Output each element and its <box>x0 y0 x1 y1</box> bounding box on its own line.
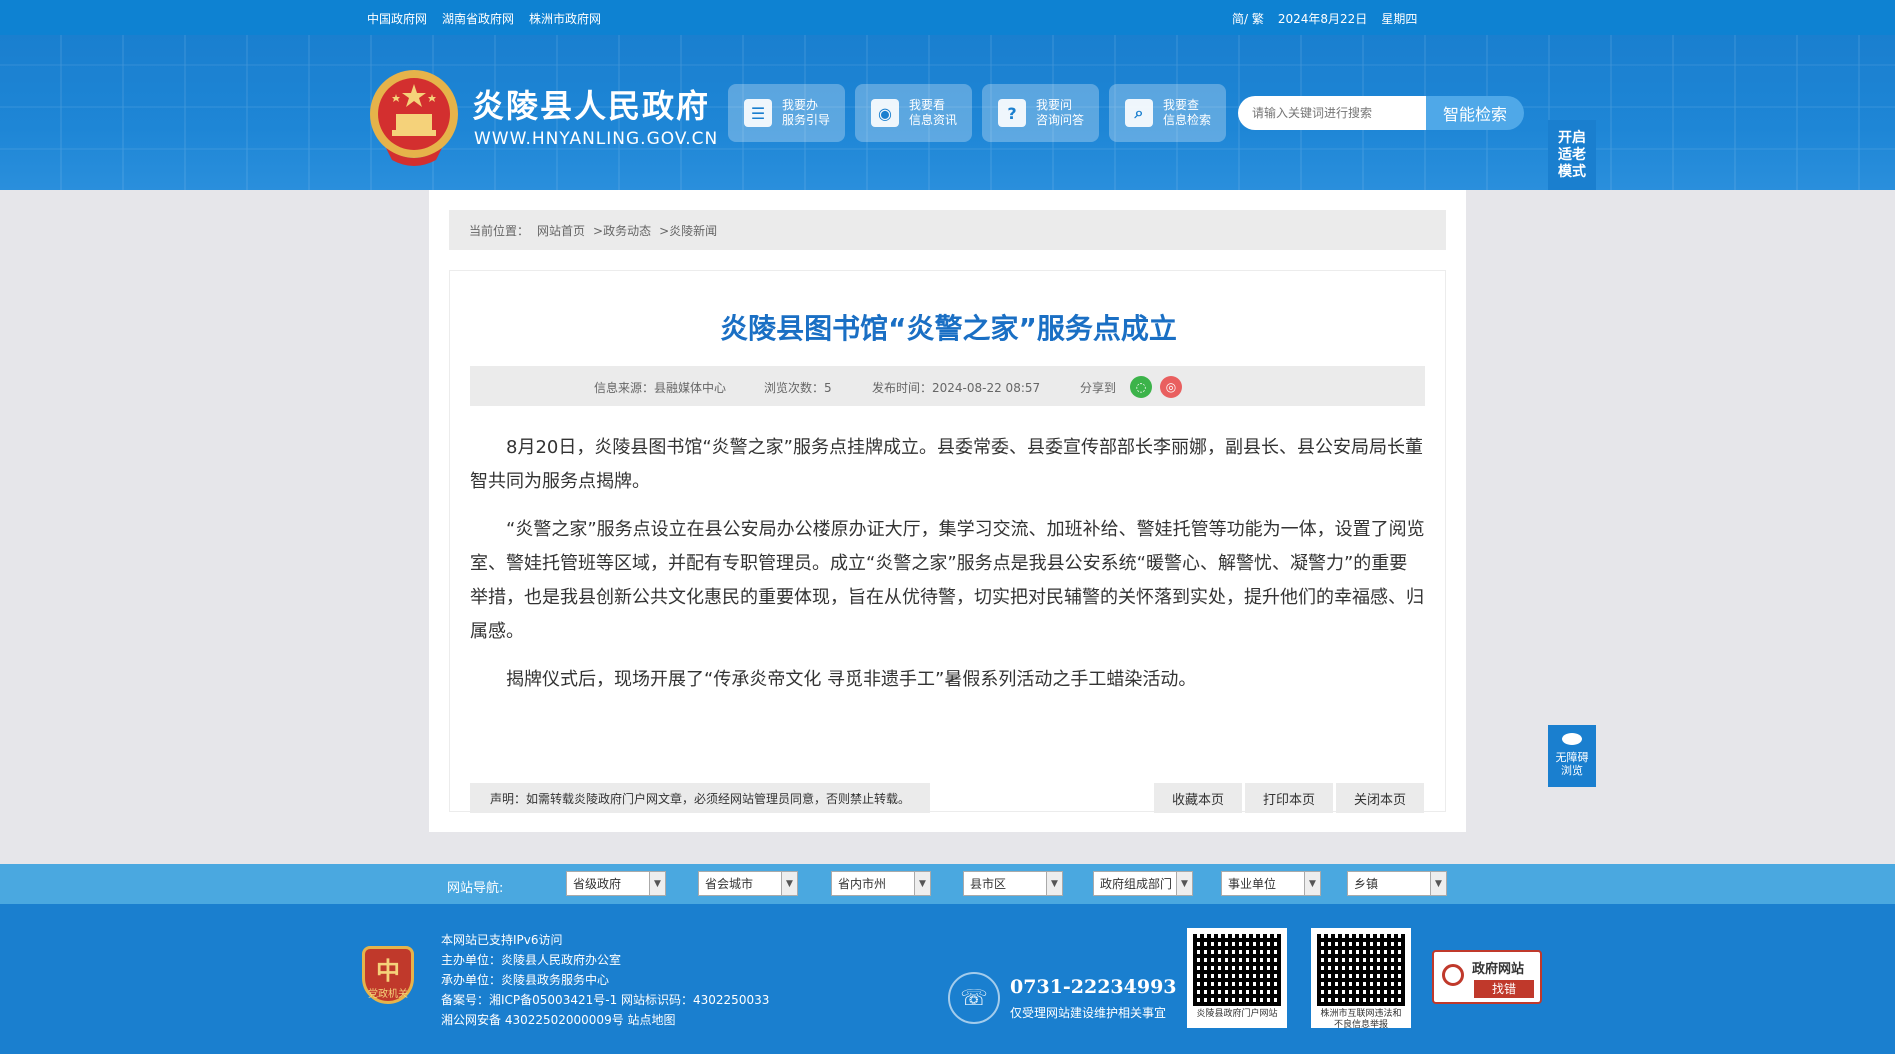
disclaimer: 声明：如需转载炎陵政府门户网文章，必须经网站管理员同意，否则禁止转载。 <box>470 783 930 813</box>
current-weekday: 星期四 <box>1381 12 1418 26</box>
search-icon: ⌕ <box>1125 99 1153 127</box>
site-nav-bar: 网站导航: 省级政府 ▼ 省会城市 ▼ 省内市州 ▼ 县市区 ▼ 政府组成部门 ▼ 事业单… <box>0 864 1895 904</box>
party-gov-badge-icon[interactable]: 中 党政机关 <box>362 946 414 1004</box>
eye-icon: ◉ <box>871 99 899 127</box>
chevron-down-icon: ▼ <box>1046 872 1062 895</box>
sponsor: 主办单位：炎陵县人民政府办公室 <box>441 953 622 967</box>
breadcrumb-label: 当前位置： <box>469 223 530 238</box>
accessibility-button[interactable]: 无障碍 浏览 <box>1548 725 1596 787</box>
search-input[interactable] <box>1238 96 1426 130</box>
phone-note: 仅受理网站建设维护相关事宜 <box>1010 1006 1167 1020</box>
phone-icon: ☏ <box>948 972 1000 1024</box>
chevron-down-icon: ▼ <box>1176 872 1192 895</box>
select-capital-cities[interactable]: 省会城市 ▼ <box>698 871 798 896</box>
service-search-button[interactable]: ⌕ 我要查 信息检索 <box>1109 84 1226 142</box>
organizer: 承办单位：炎陵县政务服务中心 <box>441 973 610 987</box>
article-meta: 信息来源：县融媒体中心 浏览次数：5 发布时间：2024-08-22 08:57… <box>470 366 1425 406</box>
chevron-down-icon: ▼ <box>781 872 797 895</box>
breadcrumb: 当前位置： 网站首页 >政务动态 >炎陵新闻 <box>449 210 1446 250</box>
magnifier-icon <box>1442 964 1464 986</box>
select-public-institutions[interactable]: 事业单位 ▼ <box>1221 871 1321 896</box>
meta-published: 发布时间：2024-08-22 08:57 <box>872 381 1041 395</box>
paragraph: 8月20日，炎陵县图书馆“炎警之家”服务点挂牌成立。县委常委、县委宣传部部长李丽… <box>470 437 1424 492</box>
select-counties[interactable]: 县市区 ▼ <box>963 871 1063 896</box>
weibo-share-icon[interactable]: ◎ <box>1160 376 1182 398</box>
top-bar: 中国政府网 湖南省政府网 株洲市政府网 简/ 繁 2024年8月22日 星期四 <box>0 0 1895 35</box>
qr-code-portal: 炎陵县政府门户网站 <box>1187 928 1287 1028</box>
article-body: 8月20日，炎陵县图书馆“炎警之家”服务点挂牌成立。县委常委、县委宣传部部长李丽… <box>470 431 1425 711</box>
chevron-down-icon: ▼ <box>1304 872 1320 895</box>
content-panel: 当前位置： 网站首页 >政务动态 >炎陵新闻 炎陵县图书馆“炎警之家”服务点成立… <box>429 190 1466 832</box>
close-page-button[interactable]: 关闭本页 <box>1336 783 1424 813</box>
qr-code-report: 株洲市互联网违法和不良信息举报 <box>1311 928 1411 1030</box>
article-title: 炎陵县图书馆“炎警之家”服务点成立 <box>720 312 1177 345</box>
qr-code-icon <box>1317 934 1405 1006</box>
service-ask-button[interactable]: ? 我要问 咨询问答 <box>982 84 1099 142</box>
select-towns[interactable]: 乡镇 ▼ <box>1347 871 1447 896</box>
gov-site-error-report-button[interactable]: 政府网站 找错 <box>1432 950 1542 1004</box>
icp-record[interactable]: 备案号：湘ICP备05003421号-1 网站标识码：4302250033 <box>441 990 769 1010</box>
wechat-share-icon[interactable]: ◌ <box>1130 376 1152 398</box>
service-do-button[interactable]: ☰ 我要办 服务引导 <box>728 84 845 142</box>
current-date: 2024年8月22日 <box>1277 12 1368 26</box>
chevron-down-icon: ▼ <box>1430 872 1446 895</box>
breadcrumb-current[interactable]: >炎陵新闻 <box>659 222 717 239</box>
question-icon: ? <box>998 99 1026 127</box>
print-button[interactable]: 打印本页 <box>1245 783 1333 813</box>
top-right: 简/ 繁 2024年8月22日 星期四 <box>1232 10 1417 27</box>
qr-code-icon <box>1193 934 1281 1006</box>
breadcrumb-news-category[interactable]: >政务动态 <box>593 222 651 239</box>
national-emblem-icon <box>370 70 458 166</box>
ipv6-note: 本网站已支持IPv6访问 <box>441 933 563 947</box>
select-provincial-gov[interactable]: 省级政府 ▼ <box>566 871 666 896</box>
bookmark-button[interactable]: 收藏本页 <box>1154 783 1242 813</box>
elder-mode-button[interactable]: 开启适老模式 <box>1548 120 1596 190</box>
article-actions: 收藏本页 打印本页 关闭本页 <box>1154 783 1424 813</box>
paragraph: 揭牌仪式后，现场开展了“传承炎帝文化 寻觅非遗手工”暑假系列活动之手工蜡染活动。 <box>506 669 1197 690</box>
top-links: 中国政府网 湖南省政府网 株洲市政府网 <box>367 10 601 27</box>
footer: 中 党政机关 本网站已支持IPv6访问 主办单位：炎陵县人民政府办公室 承办单位… <box>0 904 1895 1054</box>
search-button[interactable]: 智能检索 <box>1426 96 1524 130</box>
site-domain: WWW.HNYANLING.GOV.CN <box>474 129 719 149</box>
link-hunan-gov[interactable]: 湖南省政府网 <box>442 10 514 27</box>
footer-info: 本网站已支持IPv6访问 主办单位：炎陵县人民政府办公室 承办单位：炎陵县政务服… <box>441 930 769 1030</box>
header: 炎陵县人民政府 WWW.HNYANLING.GOV.CN ☰ 我要办 服务引导 ◉… <box>0 35 1895 190</box>
meta-source: 信息来源：县融媒体中心 <box>594 381 727 395</box>
link-zhuzhou-gov[interactable]: 株洲市政府网 <box>529 10 601 27</box>
eye-icon <box>1562 733 1582 745</box>
article: 炎陵县图书馆“炎警之家”服务点成立 信息来源：县融媒体中心 浏览次数：5 发布时… <box>449 270 1446 813</box>
chevron-down-icon: ▼ <box>914 872 930 895</box>
site-nav-label: 网站导航: <box>447 881 504 896</box>
document-icon: ☰ <box>744 99 772 127</box>
meta-share-label: 分享到 <box>1080 381 1117 395</box>
police-record[interactable]: 湘公网安备 43022502000009号 站点地图 <box>441 1010 769 1030</box>
breadcrumb-home[interactable]: 网站首页 <box>537 222 585 239</box>
chevron-down-icon: ▼ <box>649 872 665 895</box>
site-name: 炎陵县人民政府 <box>472 87 711 125</box>
paragraph: “炎警之家”服务点设立在县公安局办公楼原办证大厅，集学习交流、加班补给、警娃托管… <box>470 519 1425 642</box>
select-gov-departments[interactable]: 政府组成部门 ▼ <box>1093 871 1193 896</box>
meta-views: 浏览次数：5 <box>764 381 832 395</box>
select-province-cities[interactable]: 省内市州 ▼ <box>831 871 931 896</box>
service-view-button[interactable]: ◉ 我要看 信息资讯 <box>855 84 972 142</box>
contact-phone: 0731-22234993 <box>1010 976 1177 998</box>
lang-toggle[interactable]: 简/ 繁 <box>1232 10 1264 27</box>
link-china-gov[interactable]: 中国政府网 <box>367 10 427 27</box>
